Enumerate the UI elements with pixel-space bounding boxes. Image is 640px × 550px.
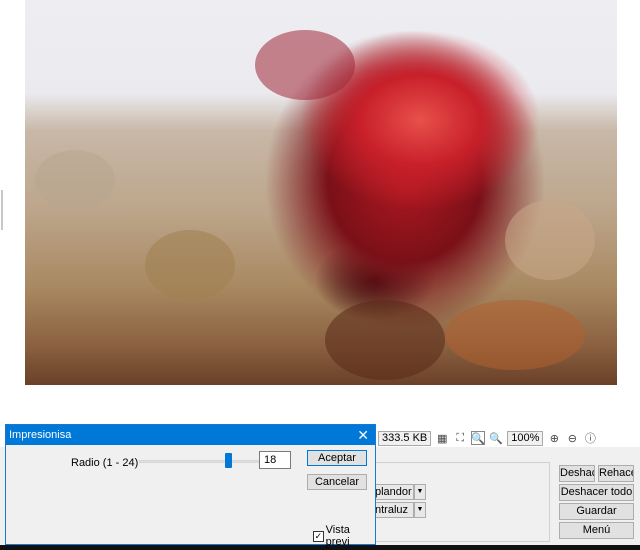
checkbox-icon[interactable]: ✓: [313, 530, 324, 542]
impresionisa-dialog: Impresionisa ✕ Radio (1 - 24) 18 Aceptar …: [5, 424, 376, 548]
paint-blob: [255, 30, 355, 100]
zoom-actual-icon[interactable]: 🔍: [489, 431, 503, 445]
undo-button[interactable]: Deshacer: [559, 465, 595, 482]
dropdown-value: plandor: [370, 484, 414, 500]
accept-button[interactable]: Aceptar: [307, 450, 367, 466]
radius-slider[interactable]: [139, 460, 259, 463]
left-edge-marker: [1, 190, 3, 230]
paint-blob: [445, 300, 585, 370]
menu-button[interactable]: Menú: [559, 522, 634, 539]
dialog-title: Impresionisa: [9, 429, 72, 441]
paint-blob: [325, 300, 445, 380]
paint-blob: [505, 200, 595, 280]
preview-checkbox[interactable]: ✓ Vista previ: [313, 524, 375, 548]
transparency-icon[interactable]: ▦: [435, 431, 449, 445]
effect-dropdown-1[interactable]: plandor ▼: [370, 484, 426, 500]
paint-blob: [145, 230, 235, 300]
effect-dropdown-2[interactable]: ntraluz ▼: [370, 502, 426, 518]
zoom-fit-icon[interactable]: 🔍: [471, 431, 486, 445]
close-icon[interactable]: ✕: [357, 425, 369, 445]
chevron-down-icon[interactable]: ▼: [414, 484, 426, 500]
zoom-level[interactable]: 100%: [507, 430, 544, 446]
redo-button[interactable]: Rehacer: [598, 465, 634, 482]
zoom-in-icon[interactable]: ⊕: [547, 431, 561, 445]
image-toolbar: 333.5 KB ▦ ⛶ 🔍 🔍 100% ⊕ ⊖ ⓘ: [378, 430, 597, 446]
radius-slider-thumb[interactable]: [224, 453, 232, 468]
dialog-titlebar[interactable]: Impresionisa ✕: [6, 425, 375, 445]
fit-screen-icon[interactable]: ⛶: [453, 431, 467, 445]
dropdown-value: ntraluz: [370, 502, 414, 518]
chevron-down-icon[interactable]: ▼: [414, 502, 426, 518]
save-button[interactable]: Guardar: [559, 503, 634, 520]
preview-label: Vista previ: [325, 524, 350, 548]
paint-blob: [35, 150, 115, 210]
info-icon[interactable]: ⓘ: [583, 431, 597, 445]
cancel-button[interactable]: Cancelar: [307, 474, 367, 490]
radius-label: Radio (1 - 24): [71, 457, 139, 469]
image-canvas[interactable]: [25, 0, 617, 385]
zoom-out-icon[interactable]: ⊖: [565, 431, 579, 445]
undo-all-button[interactable]: Deshacer todo: [559, 484, 634, 501]
radius-input[interactable]: 18: [259, 451, 291, 469]
file-size: 333.5 KB: [378, 430, 432, 446]
